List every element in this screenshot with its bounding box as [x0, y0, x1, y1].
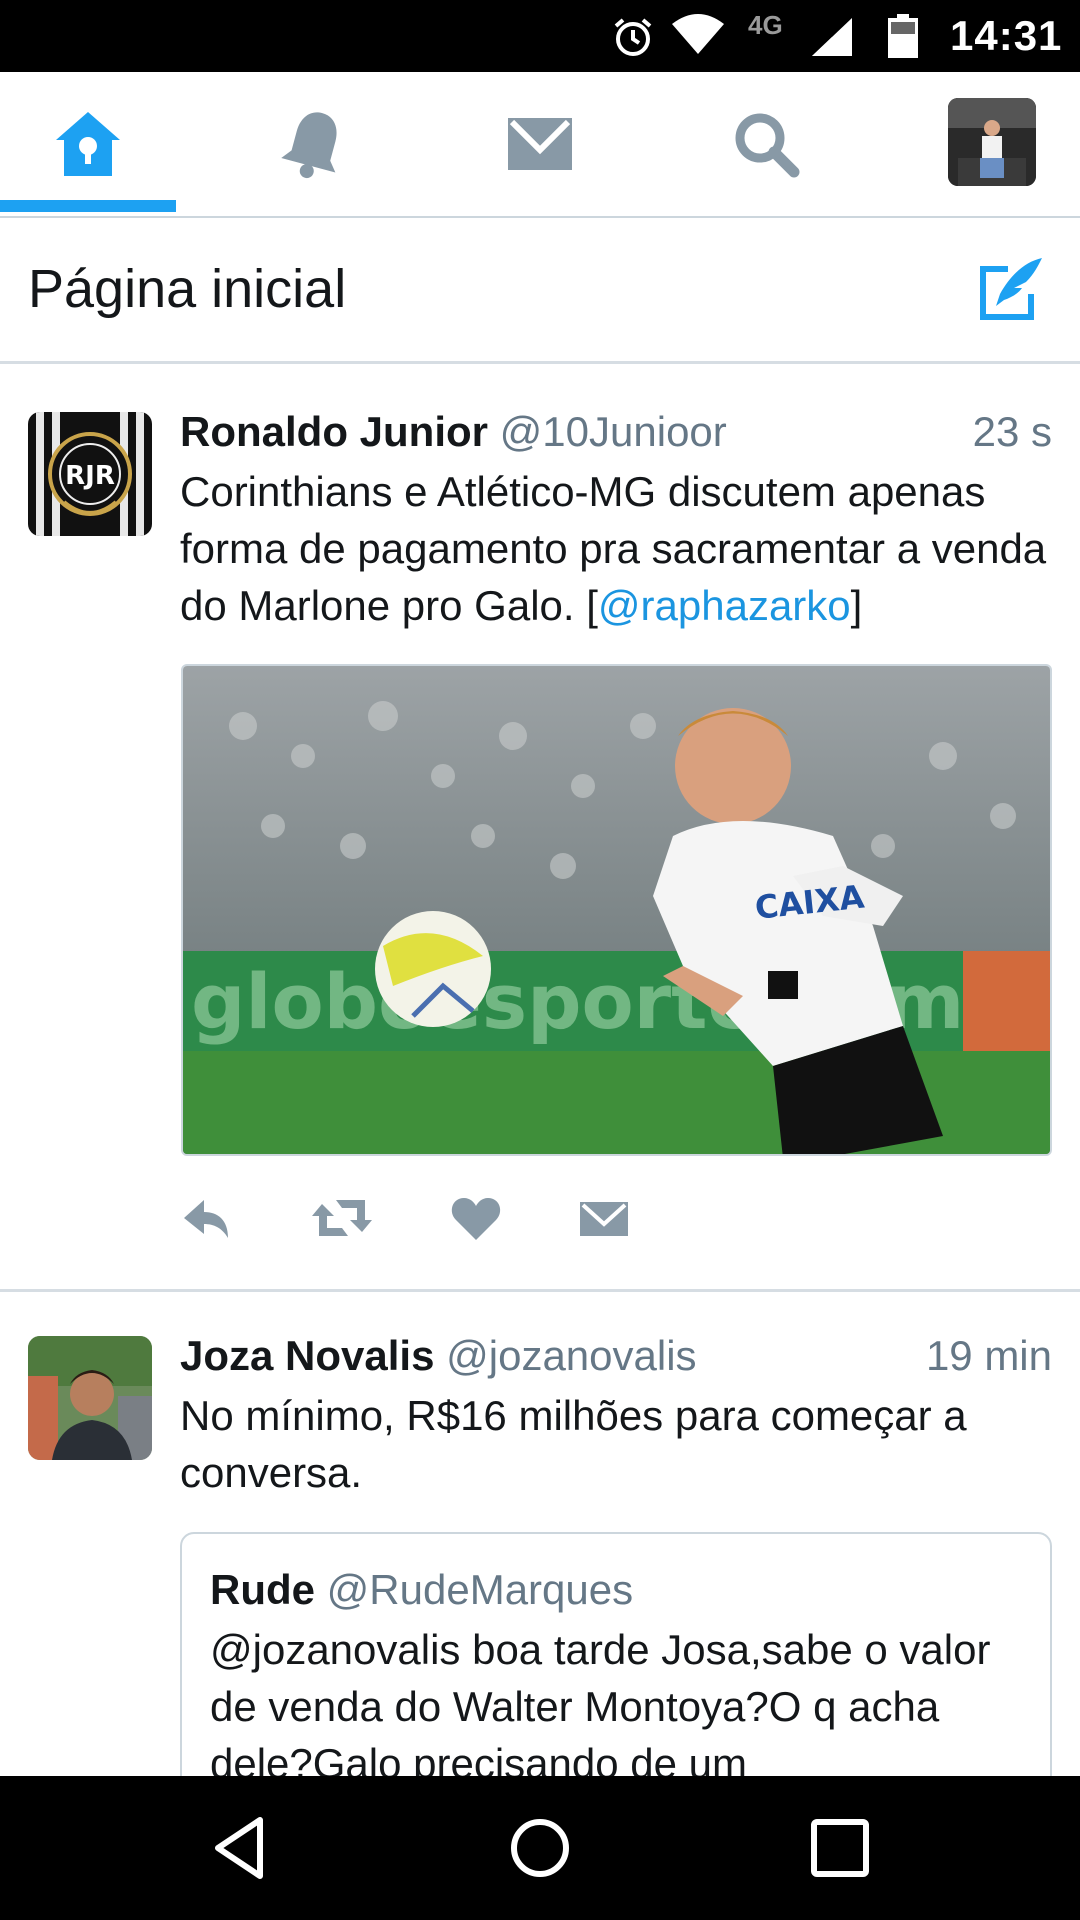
heart-icon [451, 1198, 501, 1240]
tweet[interactable]: Joza Novalis @jozanovalis 19 min No míni… [0, 1292, 1080, 1832]
tab-bar [0, 72, 1080, 218]
direct-message-button[interactable] [576, 1190, 632, 1246]
page-header: Página inicial [0, 218, 1080, 364]
reply-button[interactable] [180, 1190, 236, 1246]
avatar[interactable] [28, 1336, 152, 1460]
profile-photo [948, 98, 1036, 186]
tab-search[interactable] [678, 72, 854, 216]
page-title: Página inicial [28, 259, 347, 319]
active-tab-indicator [0, 200, 176, 212]
tweet-header: Ronaldo Junior @10Junioor 23 s [180, 408, 1052, 456]
tweet[interactable]: RJR Ronaldo Junior @10Junioor 23 s Corin… [0, 364, 1080, 1292]
signal-icon [812, 18, 852, 56]
network-type: 4G [748, 10, 783, 40]
retweet-icon [312, 1200, 372, 1236]
status-bar: 4G 14:31 [0, 0, 1080, 72]
envelope-icon [508, 118, 572, 170]
compose-icon[interactable] [974, 254, 1046, 326]
author-name[interactable]: Ronaldo Junior [180, 408, 488, 455]
tweet-actions [180, 1190, 680, 1250]
reply-icon [184, 1200, 228, 1238]
mention-link[interactable]: @raphazarko [598, 582, 851, 629]
recent-apps-icon[interactable] [804, 1812, 876, 1884]
clock: 14:31 [950, 12, 1063, 59]
system-nav-bar [0, 1776, 1080, 1920]
envelope-icon [580, 1202, 628, 1236]
tweet-media-image[interactable]: globoesporte.com CAIXA [181, 664, 1052, 1156]
tweet-timestamp: 19 min [925, 1332, 1052, 1379]
quoted-tweet-header: Rude @RudeMarques [210, 1566, 633, 1614]
svg-text:RJR: RJR [65, 461, 115, 491]
bell-icon [281, 112, 337, 179]
tab-home[interactable] [0, 72, 176, 216]
retweet-button[interactable] [310, 1190, 374, 1246]
alarm-icon [614, 18, 652, 56]
tweet-timestamp: 23 s [972, 408, 1052, 455]
home-icon [56, 112, 120, 176]
tab-notifications[interactable] [226, 72, 402, 216]
user-photo [28, 1336, 152, 1460]
tweet-header: Joza Novalis @jozanovalis 19 min [180, 1332, 1052, 1380]
avatar[interactable]: RJR [28, 412, 152, 536]
like-button[interactable] [448, 1190, 504, 1246]
rjr-logo: RJR [28, 412, 152, 536]
tweet-text: Corinthians e Atlético-MG discutem apena… [180, 463, 1060, 634]
author-handle[interactable]: @10Junioor [500, 408, 727, 455]
soccer-photo: globoesporte.com CAIXA [183, 666, 1050, 1154]
search-icon [735, 113, 800, 178]
tweet-text-tail: ] [850, 582, 863, 629]
profile-avatar[interactable] [948, 98, 1036, 186]
author-handle[interactable]: @jozanovalis [446, 1332, 696, 1379]
quoted-author-name: Rude [210, 1566, 315, 1613]
tab-messages[interactable] [452, 72, 628, 216]
tweet-text: No mínimo, R$16 milhões para começar a c… [180, 1392, 967, 1496]
home-circle-icon[interactable] [504, 1812, 576, 1884]
battery-icon [888, 14, 918, 58]
back-icon[interactable] [206, 1812, 278, 1884]
quoted-author-handle: @RudeMarques [326, 1566, 634, 1613]
wifi-icon [672, 14, 724, 54]
author-name[interactable]: Joza Novalis [180, 1332, 434, 1379]
quoted-tweet-text: @jozanovalis boa tarde Josa,sabe o valor… [210, 1626, 991, 1787]
